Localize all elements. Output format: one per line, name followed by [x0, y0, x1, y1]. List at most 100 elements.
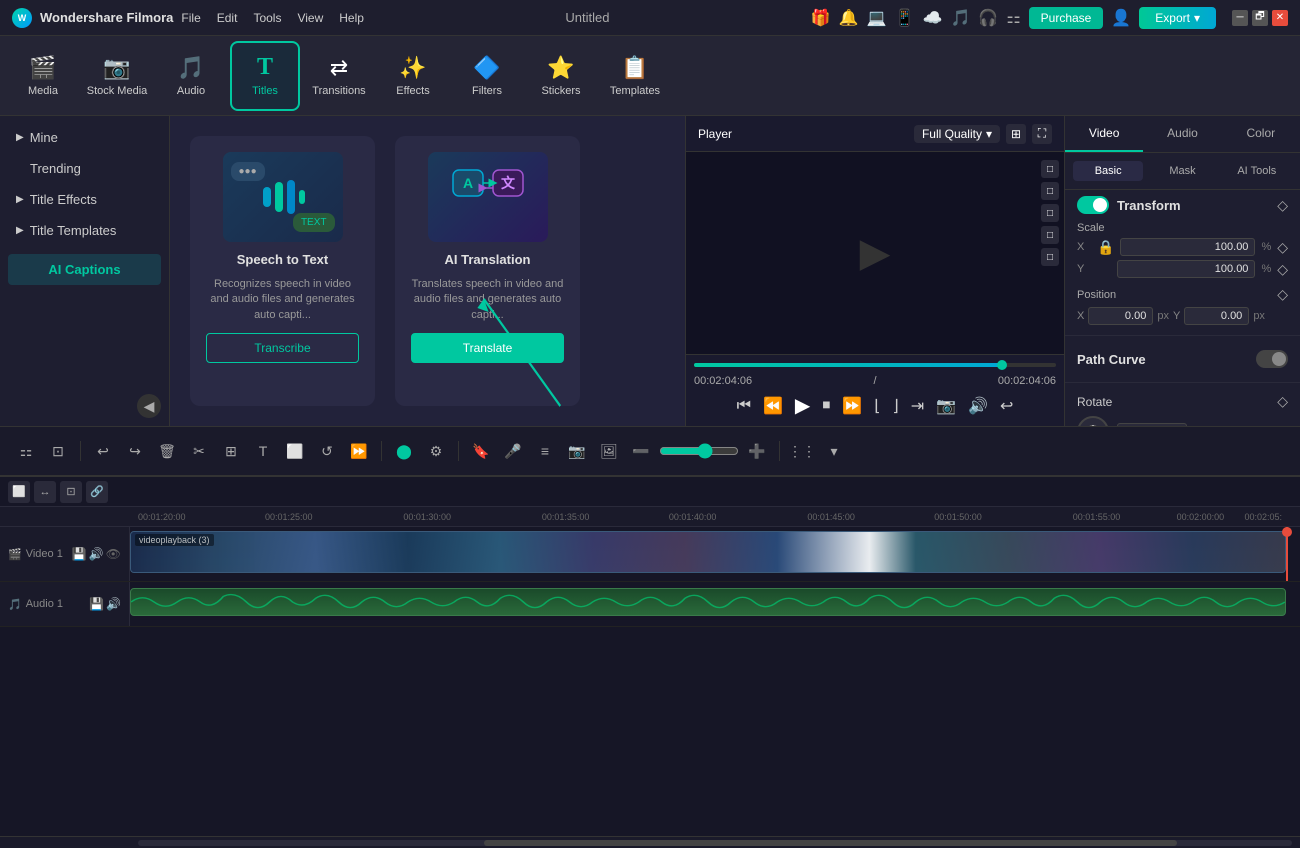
side-btn-4[interactable]: □: [1041, 226, 1059, 244]
tab-video[interactable]: Video: [1065, 116, 1143, 152]
sidebar-item-trending[interactable]: Trending: [0, 153, 169, 184]
video-hide-icon[interactable]: 👁: [106, 547, 121, 561]
lock-icon[interactable]: 🔒: [1097, 239, 1114, 256]
menu-file[interactable]: File: [181, 11, 200, 25]
timeline-tool-1[interactable]: ⬜: [8, 481, 30, 503]
pos-y-input[interactable]: [1184, 307, 1249, 325]
menu-help[interactable]: Help: [339, 11, 364, 25]
grid-button[interactable]: ⋮⋮: [788, 437, 816, 465]
grid-view-icon[interactable]: ⊞: [1006, 124, 1026, 144]
fullscreen-icon[interactable]: ⛶: [1032, 124, 1052, 144]
record-button[interactable]: ⬤: [390, 437, 418, 465]
sidebar-item-title-templates[interactable]: ▶ Title Templates: [0, 215, 169, 246]
sidebar-item-title-effects[interactable]: ▶ Title Effects: [0, 184, 169, 215]
cut-button[interactable]: ✂: [185, 437, 213, 465]
menu-view[interactable]: View: [297, 11, 323, 25]
text-tool-button[interactable]: T: [249, 437, 277, 465]
scale-x-keyframe[interactable]: ◇: [1277, 239, 1288, 256]
list-button[interactable]: ≡: [531, 437, 559, 465]
video-clip[interactable]: videoplayback (3): [130, 531, 1286, 573]
zoom-slider[interactable]: [659, 443, 739, 459]
tool-media[interactable]: 🎬 Media: [8, 41, 78, 111]
phone-icon[interactable]: 📱: [895, 8, 915, 28]
tool-templates[interactable]: 📋 Templates: [600, 41, 670, 111]
audio-save-icon[interactable]: 💾: [89, 597, 104, 611]
split-button[interactable]: ⇥: [911, 396, 924, 416]
notify-icon[interactable]: 🔔: [839, 8, 859, 28]
translate-button[interactable]: Translate: [411, 333, 564, 363]
scene-detect-button[interactable]: ⚏: [12, 437, 40, 465]
progress-bar[interactable]: [694, 363, 1056, 367]
go-to-start-button[interactable]: ⏮: [737, 397, 751, 415]
mark-in-button[interactable]: ⌊: [874, 396, 880, 416]
zoom-out-button[interactable]: ➖: [627, 437, 655, 465]
timeline-tool-2[interactable]: ↔: [34, 481, 56, 503]
export-button[interactable]: Export ▾: [1139, 7, 1216, 29]
tool-stickers[interactable]: ⭐ Stickers: [526, 41, 596, 111]
rotate-input[interactable]: [1117, 423, 1187, 426]
apps-icon[interactable]: ⚏: [1006, 8, 1020, 28]
transform-toggle[interactable]: [1077, 196, 1109, 214]
scrollbar-thumb[interactable]: [484, 840, 1176, 846]
scale-y-keyframe[interactable]: ◇: [1277, 261, 1288, 278]
transcribe-button[interactable]: Transcribe: [206, 333, 359, 363]
tool-audio[interactable]: 🎵 Audio: [156, 41, 226, 111]
more-options-button[interactable]: ▾: [820, 437, 848, 465]
sidebar-item-mine[interactable]: ▶ Mine: [0, 122, 169, 153]
close-button[interactable]: ✕: [1272, 10, 1288, 26]
play-button[interactable]: ▶: [795, 393, 810, 418]
side-btn-2[interactable]: □: [1041, 182, 1059, 200]
side-btn-3[interactable]: □: [1041, 204, 1059, 222]
mic-button[interactable]: 🎤: [499, 437, 527, 465]
snapshot-button[interactable]: 📷: [936, 396, 956, 416]
sub-tab-mask[interactable]: Mask: [1147, 161, 1217, 181]
mark-button[interactable]: ⬜: [281, 437, 309, 465]
crop-tool-button[interactable]: ⊞: [217, 437, 245, 465]
settings-button[interactable]: ⚙: [422, 437, 450, 465]
tool-transitions[interactable]: ⇄ Transitions: [304, 41, 374, 111]
menu-edit[interactable]: Edit: [217, 11, 238, 25]
stop-button[interactable]: ⏹: [822, 397, 830, 415]
tool-filters[interactable]: 🔷 Filters: [452, 41, 522, 111]
more-button[interactable]: ↩: [1000, 396, 1013, 416]
scrollbar-track[interactable]: [138, 840, 1292, 846]
tab-player[interactable]: Player: [698, 127, 732, 141]
marker-button[interactable]: 🔖: [467, 437, 495, 465]
sub-tab-ai-tools[interactable]: AI Tools: [1222, 161, 1292, 181]
rotate-keyframe[interactable]: ◇: [1277, 393, 1288, 410]
audio-mute-icon[interactable]: 🔊: [106, 597, 121, 611]
collapse-panel-button[interactable]: ◀: [137, 394, 161, 418]
side-btn-5[interactable]: □: [1041, 248, 1059, 266]
step-back-button[interactable]: ⏪: [763, 396, 783, 416]
timeline-tool-4[interactable]: 🔗: [86, 481, 108, 503]
undo-button[interactable]: ↩: [89, 437, 117, 465]
quality-selector[interactable]: Full Quality ▾: [914, 125, 1000, 143]
pos-x-input[interactable]: [1088, 307, 1153, 325]
tool-stock-media[interactable]: 📷 Stock Media: [82, 41, 152, 111]
rotate-wheel[interactable]: [1077, 416, 1109, 426]
gift-icon[interactable]: 🎁: [811, 8, 831, 28]
tab-audio[interactable]: Audio: [1143, 116, 1221, 152]
cloud-icon[interactable]: ☁️: [923, 8, 943, 28]
tool-titles[interactable]: T Titles: [230, 41, 300, 111]
redo-button[interactable]: ↪: [121, 437, 149, 465]
minimize-button[interactable]: ─: [1232, 10, 1248, 26]
side-btn-1[interactable]: □: [1041, 160, 1059, 178]
account-icon[interactable]: 👤: [1111, 8, 1131, 28]
menu-tools[interactable]: Tools: [253, 11, 281, 25]
tab-color[interactable]: Color: [1222, 116, 1300, 152]
crop-button-2[interactable]: ⊡: [44, 437, 72, 465]
scale-x-input[interactable]: [1120, 238, 1255, 256]
monitor-icon[interactable]: 💻: [867, 8, 887, 28]
path-curve-toggle[interactable]: [1256, 350, 1288, 368]
image-button[interactable]: 🖼: [595, 437, 623, 465]
position-keyframe[interactable]: ◇: [1277, 286, 1288, 303]
video-mute-icon[interactable]: 🔊: [89, 547, 104, 561]
zoom-in-button[interactable]: ➕: [743, 437, 771, 465]
maximize-button[interactable]: 🗗: [1252, 10, 1268, 26]
music-icon[interactable]: 🎵: [950, 8, 970, 28]
more-tools-button[interactable]: ⏩: [345, 437, 373, 465]
video-save-icon[interactable]: 💾: [72, 547, 87, 561]
transform-keyframe-icon[interactable]: ◇: [1277, 197, 1288, 214]
volume-button[interactable]: 🔊: [968, 396, 988, 416]
